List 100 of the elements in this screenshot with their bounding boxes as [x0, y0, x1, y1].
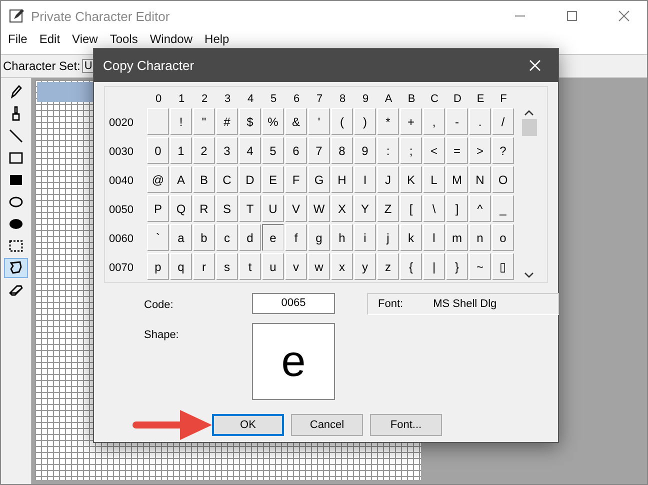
- character-cell[interactable]: h: [331, 224, 353, 251]
- character-cell[interactable]: X: [331, 195, 353, 222]
- character-cell[interactable]: s: [216, 253, 238, 280]
- character-cell[interactable]: A: [170, 166, 192, 193]
- tool-button[interactable]: [4, 258, 28, 278]
- character-cell[interactable]: ": [193, 108, 215, 135]
- character-cell[interactable]: {: [400, 253, 422, 280]
- character-cell[interactable]: a: [170, 224, 192, 251]
- menu-item[interactable]: View: [66, 32, 104, 46]
- character-cell[interactable]: o: [492, 224, 514, 251]
- character-cell[interactable]: }: [446, 253, 468, 280]
- character-cell[interactable]: q: [170, 253, 192, 280]
- character-cell[interactable]: !: [170, 108, 192, 135]
- character-cell[interactable]: B: [193, 166, 215, 193]
- scrollbar-thumb[interactable]: [522, 119, 536, 136]
- dialog-button[interactable]: OK: [212, 414, 284, 436]
- character-cell[interactable]: (: [331, 108, 353, 135]
- character-cell[interactable]: f: [285, 224, 307, 251]
- character-cell[interactable]: .: [469, 108, 491, 135]
- character-cell[interactable]: J: [377, 166, 399, 193]
- code-field[interactable]: 0065: [252, 293, 335, 314]
- character-cell[interactable]: Y: [354, 195, 376, 222]
- character-cell[interactable]: I: [354, 166, 376, 193]
- menu-item[interactable]: Edit: [33, 32, 66, 46]
- character-cell[interactable]: n: [469, 224, 491, 251]
- character-cell[interactable]: L: [423, 166, 445, 193]
- character-cell[interactable]: [: [400, 195, 422, 222]
- character-cell[interactable]: M: [446, 166, 468, 193]
- character-cell[interactable]: ^: [469, 195, 491, 222]
- character-cell[interactable]: V: [285, 195, 307, 222]
- character-cell[interactable]: t: [239, 253, 261, 280]
- character-cell[interactable]: g: [308, 224, 330, 251]
- character-cell[interactable]: 2: [193, 137, 215, 164]
- character-cell[interactable]: :: [377, 137, 399, 164]
- character-cell[interactable]: W: [308, 195, 330, 222]
- character-cell[interactable]: ;: [400, 137, 422, 164]
- character-cell[interactable]: [147, 108, 169, 135]
- character-cell[interactable]: 6: [285, 137, 307, 164]
- dialog-button[interactable]: Cancel: [291, 414, 363, 436]
- character-cell[interactable]: ,: [423, 108, 445, 135]
- character-cell[interactable]: y: [354, 253, 376, 280]
- character-cell[interactable]: -: [446, 108, 468, 135]
- menu-item[interactable]: Help: [198, 32, 236, 46]
- scroll-up-icon[interactable]: [524, 109, 534, 117]
- character-cell[interactable]: Q: [170, 195, 192, 222]
- character-cell[interactable]: *: [377, 108, 399, 135]
- character-cell[interactable]: p: [147, 253, 169, 280]
- character-cell[interactable]: 4: [239, 137, 261, 164]
- character-cell[interactable]: U: [262, 195, 284, 222]
- character-cell[interactable]: T: [239, 195, 261, 222]
- character-cell[interactable]: 0: [147, 137, 169, 164]
- character-cell[interactable]: #: [216, 108, 238, 135]
- character-cell[interactable]: w: [308, 253, 330, 280]
- character-cell[interactable]: j: [377, 224, 399, 251]
- character-cell[interactable]: S: [216, 195, 238, 222]
- character-cell[interactable]: x: [331, 253, 353, 280]
- character-set-dropdown[interactable]: U: [82, 59, 94, 73]
- character-cell[interactable]: 3: [216, 137, 238, 164]
- dialog-button[interactable]: Font...: [370, 414, 442, 436]
- character-cell[interactable]: E: [262, 166, 284, 193]
- character-cell[interactable]: u: [262, 253, 284, 280]
- character-cell[interactable]: 7: [308, 137, 330, 164]
- character-cell[interactable]: ?: [492, 137, 514, 164]
- character-cell[interactable]: O: [492, 166, 514, 193]
- character-cell[interactable]: C: [216, 166, 238, 193]
- character-cell[interactable]: P: [147, 195, 169, 222]
- character-cell[interactable]: 5: [262, 137, 284, 164]
- character-cell[interactable]: R: [193, 195, 215, 222]
- character-cell[interactable]: =: [446, 137, 468, 164]
- character-cell[interactable]: ▯: [492, 253, 514, 280]
- character-cell[interactable]: $: [239, 108, 261, 135]
- character-cell[interactable]: N: [469, 166, 491, 193]
- character-cell[interactable]: |: [423, 253, 445, 280]
- character-cell[interactable]: G: [308, 166, 330, 193]
- character-cell[interactable]: K: [400, 166, 422, 193]
- character-cell[interactable]: `: [147, 224, 169, 251]
- character-cell[interactable]: ]: [446, 195, 468, 222]
- character-cell[interactable]: <: [423, 137, 445, 164]
- character-cell[interactable]: 8: [331, 137, 353, 164]
- character-cell[interactable]: k: [400, 224, 422, 251]
- character-cell[interactable]: z: [377, 253, 399, 280]
- character-cell[interactable]: ~: [469, 253, 491, 280]
- character-cell[interactable]: Z: [377, 195, 399, 222]
- character-cell[interactable]: m: [446, 224, 468, 251]
- character-cell[interactable]: d: [239, 224, 261, 251]
- character-cell[interactable]: c: [216, 224, 238, 251]
- menu-item[interactable]: File: [2, 32, 34, 46]
- character-cell[interactable]: 9: [354, 137, 376, 164]
- character-cell[interactable]: &: [285, 108, 307, 135]
- character-cell[interactable]: @: [147, 166, 169, 193]
- menu-item[interactable]: Tools: [104, 32, 144, 46]
- character-cell[interactable]: v: [285, 253, 307, 280]
- scroll-down-icon[interactable]: [524, 271, 534, 279]
- character-cell[interactable]: +: [400, 108, 422, 135]
- character-cell[interactable]: b: [193, 224, 215, 251]
- character-cell[interactable]: l: [423, 224, 445, 251]
- character-cell[interactable]: ': [308, 108, 330, 135]
- character-cell[interactable]: %: [262, 108, 284, 135]
- character-cell[interactable]: r: [193, 253, 215, 280]
- character-cell[interactable]: 1: [170, 137, 192, 164]
